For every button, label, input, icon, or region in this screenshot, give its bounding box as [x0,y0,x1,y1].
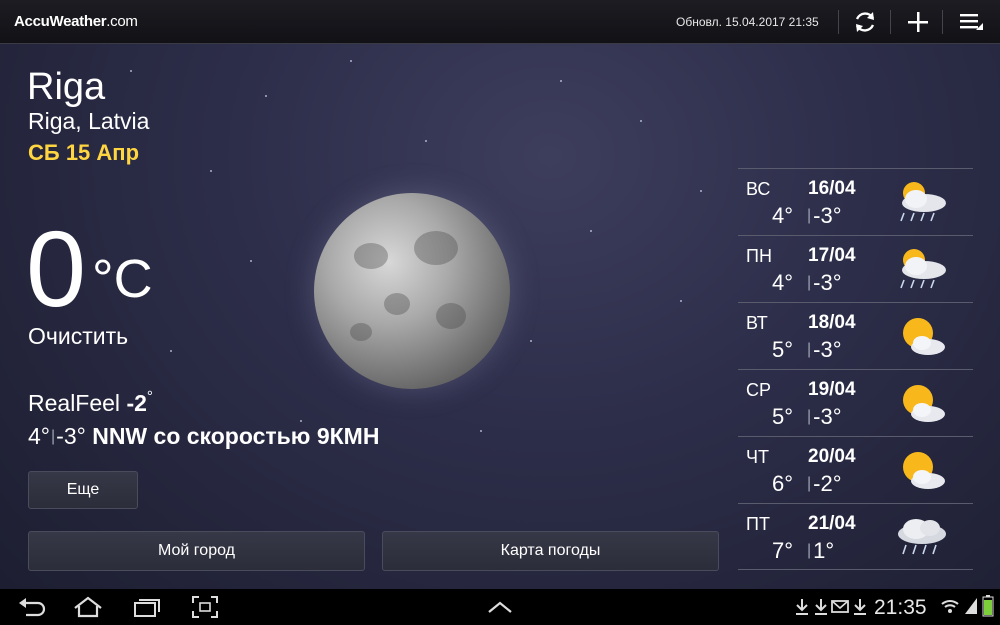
toolbar-divider [890,10,891,34]
moon-icon [314,193,510,389]
hi-lo-wind-line: 4°|-3° NNW со скоростью 9КМН [28,423,380,449]
realfeel-line: RealFeel -2° [28,388,153,416]
current-condition: Очистить [28,323,129,349]
realfeel-value: -2 [126,390,147,416]
last-updated-text: Обновл. 15.04.2017 21:35 [676,15,819,29]
forecast-date: 16/04 [808,178,856,199]
refresh-button[interactable] [849,6,881,38]
chevron-up-icon[interactable] [486,599,514,615]
weather-screen: AccuWeather.com Обновл. 15.04.2017 21:35 [0,0,1000,625]
sun-cloud-icon [903,385,945,422]
today-low: -3° [56,423,86,449]
forecast-low: |-3° [807,203,842,228]
recent-apps-icon[interactable] [132,595,162,619]
forecast-row[interactable]: ВТ 18/04 5° |-3° [738,302,973,369]
forecast-date: 19/04 [808,379,856,400]
forecast-high: 4° [772,270,794,295]
signal-icon [965,598,977,614]
forecast-day: СР [746,380,772,400]
forecast-day: ПТ [746,514,770,534]
forecast-low: |-3° [807,270,842,295]
star [480,430,482,432]
cloud-rain-snow-icon [898,519,946,555]
forecast-list: ВС 16/04 4° |-3° ПН 17/04 4° |-3° ВТ 18/… [738,168,973,570]
toolbar-divider [838,10,839,34]
sun-cloud-icon [903,318,945,355]
menu-button[interactable] [955,6,987,38]
download-icon [815,599,827,615]
star [350,60,352,62]
system-clock: 21:35 [874,596,927,619]
system-navigation-bar: 21:35 [0,589,1000,625]
forecast-row[interactable]: СР 19/04 5° |-3° [738,369,973,436]
forecast-date: 17/04 [808,245,856,266]
app-header: AccuWeather.com Обновл. 15.04.2017 21:35 [0,0,1000,44]
forecast-day: ПН [746,246,772,266]
forecast-low: |-3° [807,337,842,362]
toolbar-divider [942,10,943,34]
forecast-row[interactable]: ВС 16/04 4° |-3° [738,168,973,235]
forecast-row[interactable]: ПН 17/04 4° |-3° [738,235,973,302]
forecast-date: 21/04 [808,513,856,534]
sun-cloud-rain-snow-icon [900,249,946,289]
email-icon [831,600,849,613]
forecast-high: 7° [772,538,794,563]
download-icon [796,599,808,615]
forecast-high: 4° [772,203,794,228]
forecast-day: ВС [746,179,771,199]
weather-map-button[interactable]: Карта погоды [382,531,719,571]
accuweather-logo[interactable]: AccuWeather.com [14,13,138,30]
realfeel-label: RealFeel [28,390,121,416]
sun-cloud-icon [903,452,945,489]
refresh-icon [855,12,875,32]
forecast-day: ВТ [746,313,768,333]
forecast-row[interactable]: ЧТ 20/04 6° |-2° [738,436,973,503]
more-button[interactable]: Еще [28,471,138,509]
forecast-high: 6° [772,471,794,496]
wifi-icon [941,600,959,613]
star [590,230,592,232]
current-date: СБ 15 Апр [28,140,140,165]
star [530,340,532,342]
star [265,95,267,97]
forecast-low: |-2° [807,471,842,496]
my-city-button[interactable]: Мой город [28,531,365,571]
star [560,80,562,82]
forecast-row[interactable]: ПТ 21/04 7° |1° [738,503,973,570]
today-high: 4° [28,423,50,449]
temperature-unit: °C [92,249,153,309]
battery-icon [982,595,994,617]
plus-icon [908,12,928,32]
menu-icon [960,14,983,30]
city-name: Riga [27,66,106,108]
forecast-high: 5° [772,404,794,429]
city-subtitle: Riga, Latvia [28,108,150,134]
forecast-date: 20/04 [808,446,856,467]
forecast-low: |-3° [807,404,842,429]
star [300,420,302,422]
download-icon [854,599,866,615]
sun-cloud-rain-snow-icon [900,182,946,222]
star [700,190,702,192]
add-location-button[interactable] [902,6,934,38]
star [425,140,427,142]
star [680,300,682,302]
current-temperature: 0 [26,208,87,329]
star [130,70,132,72]
star [170,350,172,352]
back-icon[interactable] [16,595,46,619]
star [250,260,252,262]
screenshot-icon[interactable] [191,595,219,619]
wind-info: NNW со скоростью 9КМН [92,423,380,449]
forecast-date: 18/04 [808,312,856,333]
star [640,120,642,122]
forecast-day: ЧТ [746,447,769,467]
forecast-high: 5° [772,337,794,362]
home-icon[interactable] [72,595,104,619]
star [210,170,212,172]
forecast-low: |1° [807,538,835,563]
